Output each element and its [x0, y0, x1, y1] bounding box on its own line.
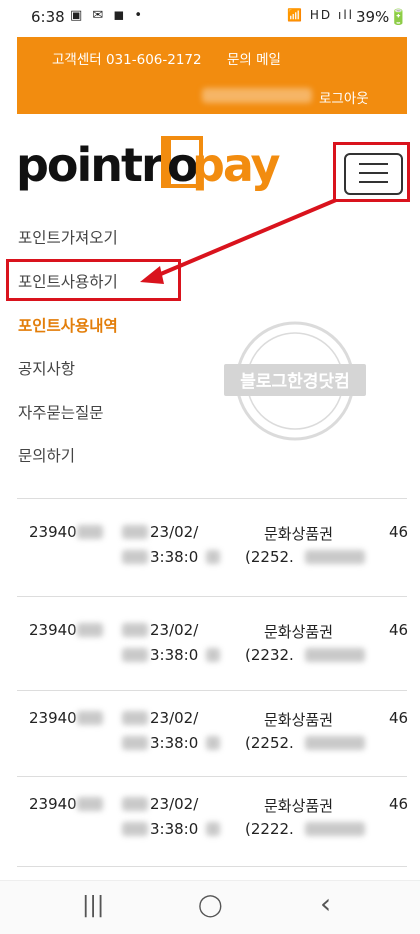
row-id: 23940 [29, 795, 77, 813]
table-row[interactable]: 23940 23/02/ 3:38:0 문화상품권 (2252. 46 [0, 684, 420, 774]
row-product: 문화상품권 [264, 711, 334, 729]
blur-mask [305, 648, 365, 662]
row-time: 3:38:0 [150, 820, 199, 838]
row-date: 23/02/ [150, 709, 199, 727]
blur-mask [122, 648, 148, 662]
logo-text-pay: pay [192, 138, 281, 192]
blur-mask [206, 648, 220, 662]
blur-mask [305, 550, 365, 564]
blur-mask [122, 623, 148, 637]
row-time: 3:38:0 [150, 646, 199, 664]
blur-mask [77, 797, 103, 811]
blur-mask [206, 736, 220, 750]
row-date: 23/02/ [150, 621, 199, 639]
menu-item-faq[interactable]: 자주묻는질문 [18, 401, 104, 423]
blur-mask [77, 623, 103, 637]
table-row[interactable]: 23940 23/02/ 3:38:0 문화상품권 (2222. 46 [0, 770, 420, 860]
row-amount: 46 [389, 709, 409, 727]
menu-item-point-history[interactable]: 포인트사용내역 [18, 314, 118, 336]
battery-indicator: 39%🔋 [355, 8, 408, 26]
blur-mask [305, 736, 365, 750]
menu-highlight-box [333, 142, 410, 202]
hamburger-line [359, 181, 388, 183]
blur-mask [122, 822, 148, 836]
row-amount: 46 [389, 795, 409, 813]
row-date: 23/02/ [150, 523, 199, 541]
blur-mask [122, 525, 148, 539]
table-row[interactable]: 23940 23/02/ 3:38:0 문화상품권 (2232. 46 [0, 596, 420, 686]
logout-link[interactable]: 로그아웃 [319, 87, 369, 107]
row-time: 3:38:0 [150, 548, 199, 566]
blur-mask [122, 736, 148, 750]
menu-item-inquiry[interactable]: 문의하기 [18, 444, 75, 466]
customer-center-link[interactable]: 고객센터 031-606-2172 [52, 48, 202, 68]
row-id: 23940 [29, 709, 77, 727]
row-code: (2232. [245, 646, 294, 664]
hamburger-line [359, 163, 388, 165]
blur-mask [305, 822, 365, 836]
watermark-text: 블로그한경닷컴 [240, 371, 349, 392]
blur-mask [77, 711, 103, 725]
blur-mask [77, 525, 103, 539]
hamburger-menu-button[interactable] [344, 153, 403, 195]
recents-button[interactable]: ||| [82, 893, 104, 918]
notification-icons: ▣ ✉ ◼ • [70, 8, 146, 23]
blur-mask [122, 550, 148, 564]
top-bar: 고객센터 031-606-2172 문의 메일 로그아웃 [17, 37, 407, 114]
table-row[interactable]: 23940 23/02/ 3:38:0 문화상품권 (2252. 46 [0, 498, 420, 588]
row-time: 3:38:0 [150, 734, 199, 752]
menu-item-notice[interactable]: 공지사항 [18, 357, 75, 379]
system-navigation-bar: ||| ◯ ‹ [0, 880, 420, 934]
row-code: (2252. [245, 548, 294, 566]
home-button[interactable]: ◯ [198, 893, 223, 918]
blur-mask [122, 711, 148, 725]
menu-item-point-import[interactable]: 포인트가져오기 [18, 226, 118, 248]
back-button[interactable]: ‹ [320, 887, 331, 920]
row-code: (2252. [245, 734, 294, 752]
row-amount: 46 [389, 523, 409, 541]
row-product: 문화상품권 [264, 525, 334, 543]
row-amount: 46 [389, 621, 409, 639]
status-bar: 6:38 ▣ ✉ ◼ • 📶 HD ıll 39%🔋 [0, 0, 420, 34]
blur-mask [206, 822, 220, 836]
status-time: 6:38 [31, 8, 65, 26]
signal-icons: 📶 HD ıll [287, 8, 354, 22]
blur-mask [206, 550, 220, 564]
row-code: (2222. [245, 820, 294, 838]
row-product: 문화상품권 [264, 623, 334, 641]
watermark-seal-icon: 블로그한경닷컴 [224, 321, 366, 441]
row-date: 23/02/ [150, 795, 199, 813]
logo-text-pointr: pointr [16, 138, 164, 192]
pointropay-logo[interactable]: pointr o pay [16, 132, 281, 202]
blur-mask [122, 797, 148, 811]
point-use-highlight-box [6, 259, 181, 301]
row-product: 문화상품권 [264, 797, 334, 815]
inquiry-mail-link[interactable]: 문의 메일 [227, 48, 281, 68]
row-id: 23940 [29, 621, 77, 639]
row-id: 23940 [29, 523, 77, 541]
blurred-user-name [202, 88, 312, 103]
row-divider [17, 866, 407, 867]
hamburger-line [359, 172, 388, 174]
